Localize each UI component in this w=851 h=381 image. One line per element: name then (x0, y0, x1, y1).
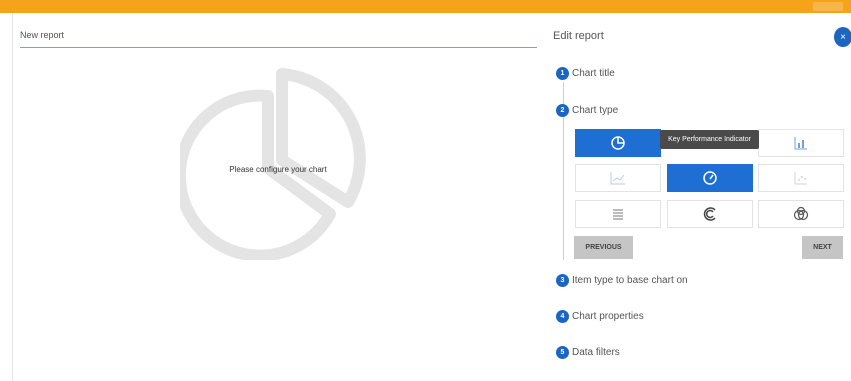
placeholder-message: Please configure your chart (229, 165, 327, 174)
venn-chart-icon (793, 206, 809, 221)
report-name-underline (20, 47, 537, 48)
step-number: 2 (556, 104, 569, 117)
chart-type-list[interactable] (575, 200, 661, 228)
pie-chart-placeholder-icon (180, 68, 366, 260)
step-chart-type[interactable]: 2 Chart type (556, 104, 618, 117)
step-number: 3 (556, 274, 569, 287)
step-label: Data filters (572, 347, 620, 358)
report-name-field[interactable]: New report (20, 30, 64, 40)
chart-type-bar[interactable] (758, 129, 844, 157)
step-label: Chart title (572, 68, 615, 79)
previous-button[interactable]: PREVIOUS (574, 236, 633, 259)
tooltip: Key Performance Indicator (660, 130, 759, 149)
step-label: Item type to base chart on (572, 275, 688, 286)
step-number: 1 (556, 67, 569, 80)
edit-report-title: Edit report (553, 30, 604, 42)
chart-type-line[interactable] (575, 164, 661, 192)
gauge-icon (703, 171, 717, 185)
step-chart-properties[interactable]: 4 Chart properties (556, 310, 644, 323)
close-icon: × (840, 31, 846, 43)
chart-type-scatter[interactable] (758, 164, 844, 192)
radial-chart-icon (703, 207, 716, 221)
step-label: Chart properties (572, 311, 644, 322)
chart-type-venn[interactable] (758, 200, 844, 228)
top-bar (0, 0, 851, 13)
next-button[interactable]: NEXT (802, 236, 843, 259)
step-chart-title[interactable]: 1 Chart title (556, 67, 615, 80)
step-item-type[interactable]: 3 Item type to base chart on (556, 274, 688, 287)
step-number: 5 (556, 346, 569, 359)
scatter-chart-icon (794, 172, 807, 185)
left-divider (12, 13, 13, 381)
step-label: Chart type (572, 105, 619, 116)
chart-type-kpi[interactable] (667, 164, 753, 192)
pie-chart-icon (611, 136, 625, 150)
close-button[interactable]: × (834, 27, 851, 47)
step-data-filters[interactable]: 5 Data filters (556, 346, 620, 359)
chart-type-radial[interactable] (667, 200, 753, 228)
list-icon (613, 209, 623, 220)
chart-type-pie[interactable] (575, 129, 661, 157)
step-number: 4 (556, 310, 569, 323)
bar-chart-icon (794, 137, 807, 150)
line-chart-icon (610, 172, 625, 185)
top-bar-button[interactable] (813, 2, 843, 11)
